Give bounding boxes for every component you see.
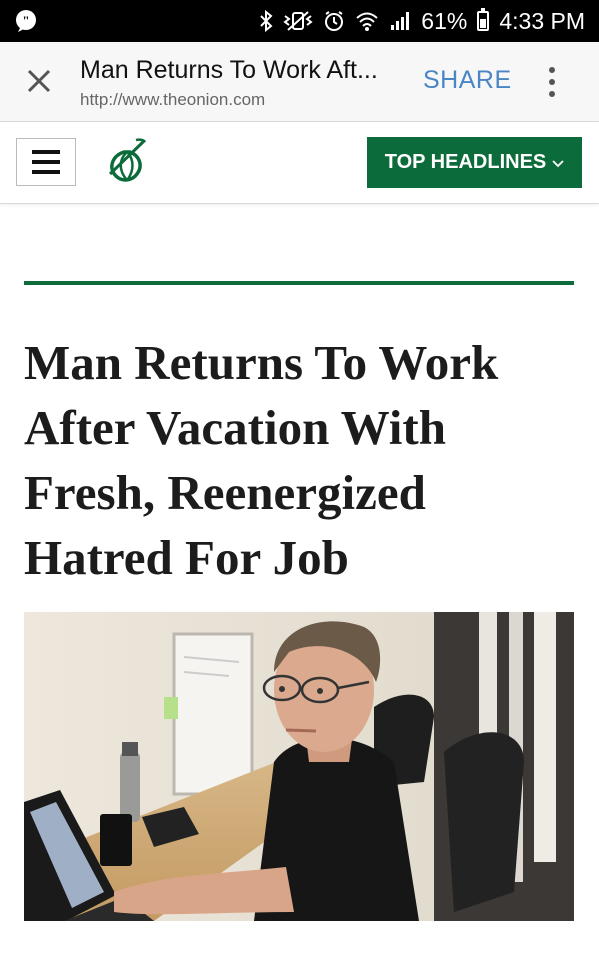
overflow-menu-icon[interactable] xyxy=(540,64,564,100)
bluetooth-icon xyxy=(259,10,273,32)
share-button[interactable]: SHARE xyxy=(423,66,512,95)
article-photo[interactable] xyxy=(24,612,574,921)
svg-text:": " xyxy=(22,13,29,28)
vibrate-mute-icon xyxy=(283,10,313,32)
headline-line: Man Returns To Work xyxy=(24,335,499,390)
hamburger-menu-icon[interactable] xyxy=(16,138,76,186)
onion-logo-icon[interactable] xyxy=(104,138,148,189)
status-bar: " 61% 4:33 PM xyxy=(0,0,599,42)
headline-divider xyxy=(24,281,574,285)
battery-icon xyxy=(477,8,490,31)
top-headlines-label: TOP HEADLINES xyxy=(384,151,547,173)
top-headlines-button[interactable]: TOP HEADLINES xyxy=(367,137,582,188)
signal-icon xyxy=(389,10,411,32)
alarm-icon xyxy=(323,10,345,32)
headline-line: After Vacation With xyxy=(24,400,446,455)
wifi-icon xyxy=(355,10,379,32)
battery-percent: 61% xyxy=(421,7,468,34)
page-url: http://www.theonion.com xyxy=(80,90,266,109)
browser-tab-header: Man Returns To Work Aft... http://www.th… xyxy=(0,42,599,122)
article-headline: Man Returns To Work After Vacation With … xyxy=(24,330,579,590)
headline-line: Fresh, Reenergized xyxy=(24,465,426,520)
page-title: Man Returns To Work Aft... xyxy=(80,56,378,84)
close-icon[interactable] xyxy=(20,62,58,100)
clock-time: 4:33 PM xyxy=(499,7,585,34)
headline-line: Hatred For Job xyxy=(24,530,349,585)
chevron-down-icon xyxy=(552,151,564,174)
message-bubble-icon: " xyxy=(14,9,38,33)
